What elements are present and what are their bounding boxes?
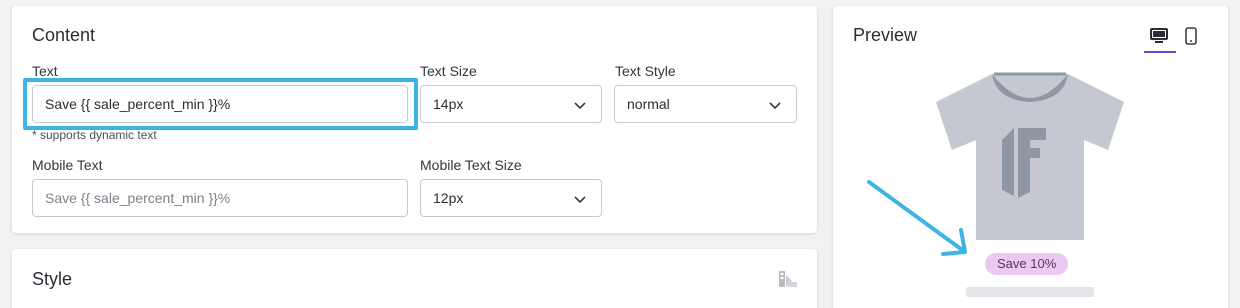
mobile-text-input[interactable]: Save {{ sale_percent_min }}% [32,179,408,217]
chevron-down-icon [769,102,781,110]
desktop-view-button[interactable] [1147,24,1171,48]
sale-badge: Save 10% [985,253,1069,275]
content-title: Content [32,25,96,45]
chevron-down-icon [574,196,586,204]
style-title: Style [32,269,73,289]
preview-card: Preview Save 10% [833,6,1228,308]
paint-icon[interactable] [778,269,798,289]
mobile-text-size-value: 12px [433,190,464,206]
desktop-icon [1150,28,1168,43]
preview-title: Preview [853,25,918,45]
mobile-text-size-select[interactable]: 12px [420,179,602,217]
dynamic-text-hint: * supports dynamic text [32,128,157,142]
arrow-annotation-icon [867,180,967,256]
product-title-placeholder [966,287,1094,297]
mobile-text-size-label: Mobile Text Size [420,157,522,173]
style-card: Style [12,249,817,308]
text-size-select[interactable]: 14px [420,85,602,123]
text-label: Text [32,63,58,79]
text-style-label: Text Style [615,63,676,79]
chevron-down-icon [574,102,586,110]
text-size-label: Text Size [420,63,477,79]
text-style-select[interactable]: normal [614,85,797,123]
text-input-highlight [23,78,418,130]
content-card: Content Text Save {{ sale_percent_min }}… [12,6,817,233]
text-size-value: 14px [433,96,464,112]
mobile-text-label: Mobile Text [32,157,103,173]
text-style-value: normal [627,96,670,112]
desktop-active-underline [1144,51,1176,53]
mobile-icon [1185,27,1197,45]
mobile-view-button[interactable] [1179,24,1203,48]
